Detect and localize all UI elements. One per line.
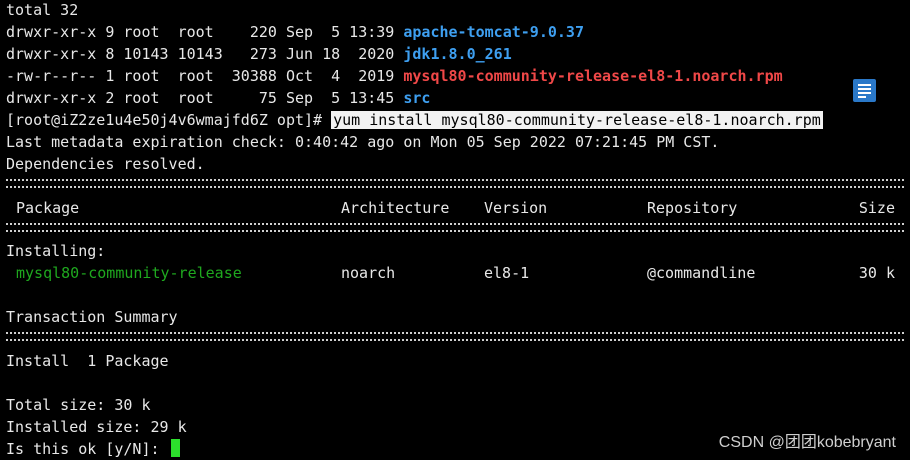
watermark: CSDN @团团kobebryant <box>718 434 896 451</box>
package-arch: noarch <box>341 264 396 282</box>
confirm-prompt-line[interactable]: Is this ok [y/N]: <box>6 438 180 460</box>
transaction-summary-label: Transaction Summary <box>6 308 178 326</box>
header-repository: Repository <box>647 199 738 217</box>
total-size-line: Total size: 30 k <box>6 396 151 414</box>
listing-name: src <box>403 89 431 107</box>
separator <box>6 179 904 188</box>
package-name: mysql80-community-release <box>16 264 242 282</box>
header-version: Version <box>484 199 548 217</box>
metadata-check-line: Last metadata expiration check: 0:40:42 … <box>6 133 720 151</box>
package-version: el8-1 <box>484 264 530 282</box>
command-line: [root@iZ2ze1u4e50j4v6wmajfd6Z opt]# yum … <box>6 109 823 131</box>
listing-name: mysql80-community-release-el8-1.noarch.r… <box>403 67 783 85</box>
text-cursor <box>170 439 180 457</box>
deps-resolved-line: Dependencies resolved. <box>6 155 205 173</box>
installing-label: Installing: <box>6 242 106 260</box>
listing-name: jdk1.8.0_261 <box>403 45 512 63</box>
header-package: Package <box>16 199 80 217</box>
listing-meta: drwxr-xr-x 8 10143 10143 273 Jun 18 2020 <box>6 45 404 63</box>
separator <box>6 332 904 341</box>
document-icon[interactable] <box>853 79 876 102</box>
listing-meta: drwxr-xr-x 2 root root 75 Sep 5 13:45 <box>6 89 404 107</box>
listing-row: drwxr-xr-x 9 root root 220 Sep 5 13:39 a… <box>6 21 584 43</box>
selected-command[interactable]: yum install mysql80-community-release-el… <box>331 111 823 129</box>
listing-name: apache-tomcat-9.0.37 <box>403 23 584 41</box>
listing-row: drwxr-xr-x 2 root root 75 Sep 5 13:45 sr… <box>6 87 430 109</box>
package-size: 30 k <box>858 264 895 282</box>
listing-meta: drwxr-xr-x 9 root root 220 Sep 5 13:39 <box>6 23 404 41</box>
listing-meta: -rw-r--r-- 1 root root 30388 Oct 4 2019 <box>6 67 404 85</box>
terminal-window[interactable]: total 32 drwxr-xr-x 9 root root 220 Sep … <box>0 0 910 458</box>
package-repo: @commandline <box>647 264 756 282</box>
header-architecture: Architecture <box>341 199 450 217</box>
listing-row: drwxr-xr-x 8 10143 10143 273 Jun 18 2020… <box>6 43 512 65</box>
confirm-prompt: Is this ok [y/N]: <box>6 440 169 458</box>
listing-row: -rw-r--r-- 1 root root 30388 Oct 4 2019 … <box>6 65 783 87</box>
install-count-line: Install 1 Package <box>6 352 169 370</box>
header-size: Size <box>858 199 895 217</box>
separator <box>6 223 904 232</box>
listing-total: total 32 <box>6 1 79 19</box>
shell-prompt: [root@iZ2ze1u4e50j4v6wmajfd6Z opt]# <box>6 111 332 129</box>
installed-size-line: Installed size: 29 k <box>6 418 187 436</box>
